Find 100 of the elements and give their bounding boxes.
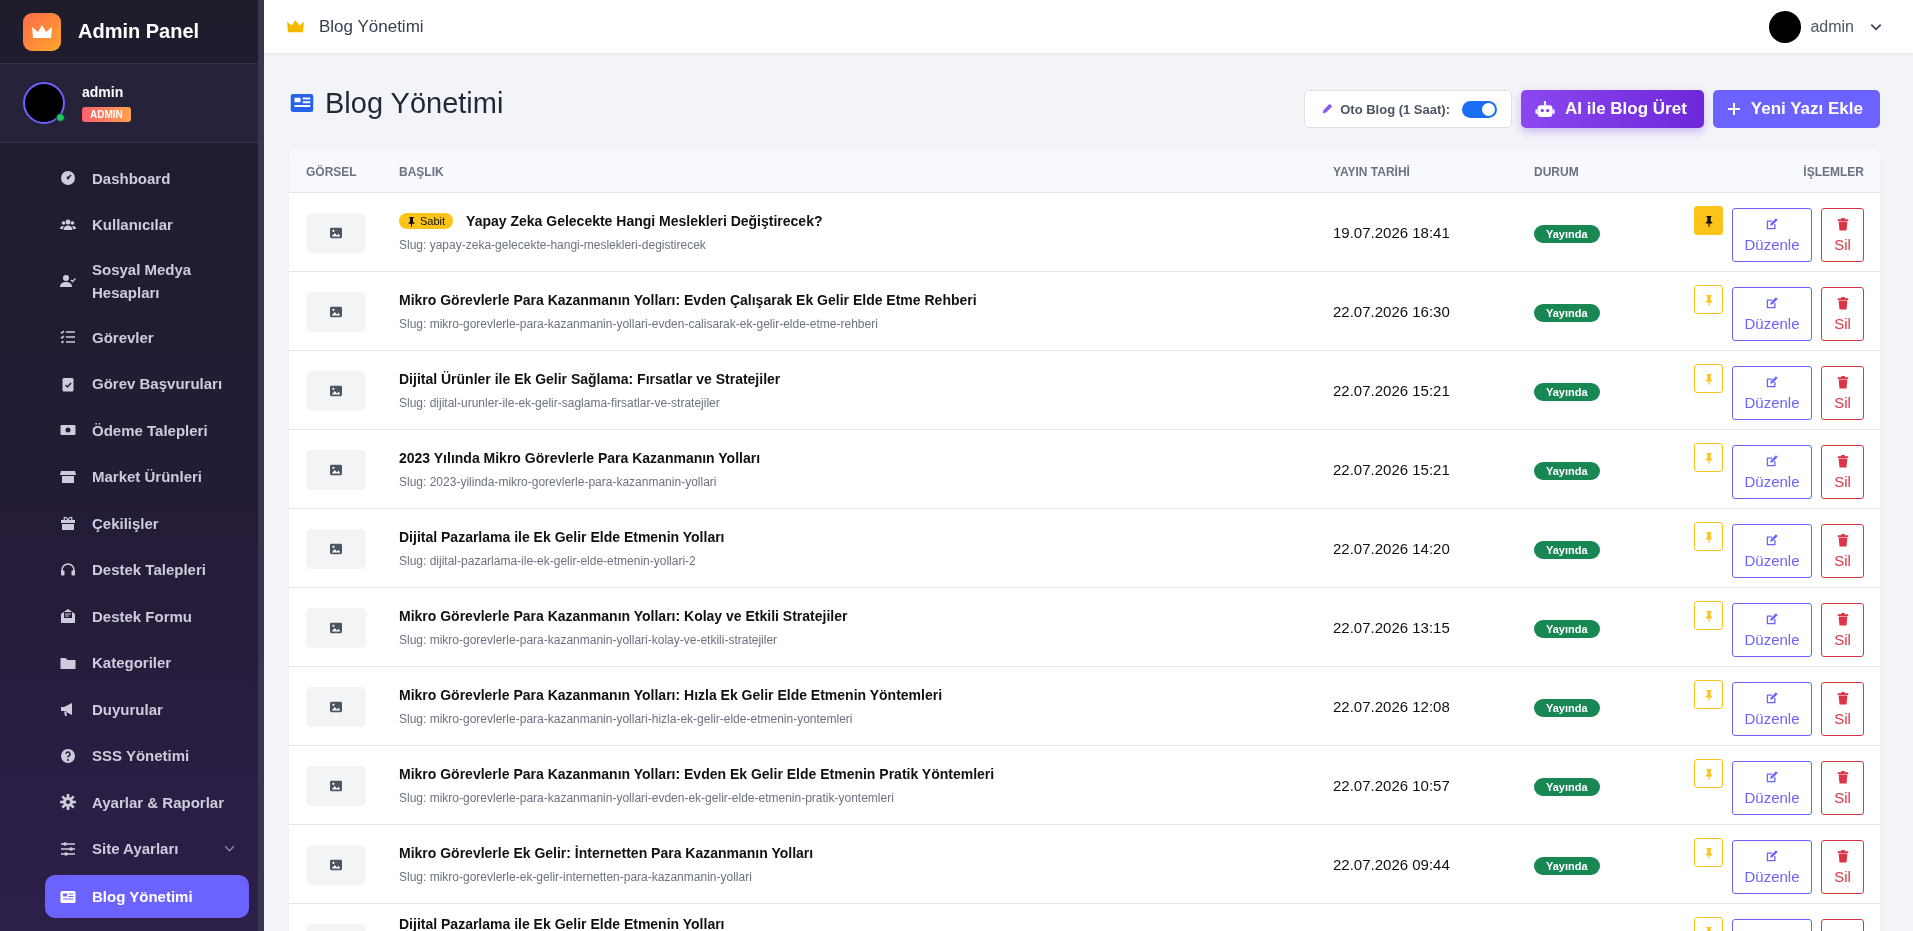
sidebar-item[interactable]: SSS Yönetimi (45, 732, 250, 779)
delete-button[interactable]: Sil (1821, 682, 1864, 736)
edit-icon (1765, 612, 1779, 626)
post-slug: Slug: mikro-gorevlerle-ek-gelir-internetten-para-kazanmanin-yollari (399, 870, 753, 884)
gift-icon (60, 515, 76, 532)
sidebar-item[interactable]: Blog Yönetimi (45, 875, 249, 918)
edit-button[interactable]: Düzenle (1732, 366, 1812, 420)
edit-icon (1765, 533, 1779, 547)
publish-date: 22.07.2026 14:20 (1333, 539, 1450, 557)
sidebar-item[interactable]: Destek Talepleri (45, 546, 250, 593)
store-icon (60, 468, 76, 485)
avatar (23, 82, 65, 124)
pinned-badge: Sabit (399, 213, 454, 229)
trash-icon (1835, 454, 1850, 468)
sidebar-item[interactable]: Market Ürünleri (45, 453, 250, 500)
sidebar-item[interactable]: Dashboard (45, 155, 250, 202)
sidebar-item[interactable]: Çekilişler (45, 500, 250, 547)
crown-logo-icon (23, 12, 61, 51)
pencil-icon (1320, 102, 1335, 116)
sidebar-item[interactable]: Site Ayarları (45, 825, 250, 872)
post-title: Mikro Görevlerle Ek Gelir: İnternetten Para Kazanmanın Yolları (399, 845, 814, 861)
pin-icon (1703, 767, 1714, 780)
post-title: Mikro Görevlerle Para Kazanmanın Yolları: Evden Çalışarak Ek Gelir Elde Etme Rehberi (399, 292, 977, 308)
user-menu[interactable]: admin (1769, 10, 1883, 43)
post-slug: Slug: mikro-gorevlerle-para-kazanmanin-yollari-evden-calisarak-ek-gelir-elde-etme-rehberi (399, 317, 879, 331)
add-post-button[interactable]: Yeni Yazı Ekle (1712, 90, 1880, 128)
publish-date: 19.07.2026 18:41 (1333, 223, 1450, 241)
trash-icon (1835, 296, 1850, 310)
sidebar-item[interactable]: Kategoriler (45, 639, 250, 686)
toggle-switch[interactable] (1462, 100, 1497, 118)
status-badge: Yayında (1534, 698, 1600, 717)
pin-button[interactable] (1694, 206, 1723, 235)
delete-button[interactable]: Sil (1821, 603, 1864, 657)
publish-date: 22.07.2026 09:44 (1333, 855, 1450, 873)
edit-icon (1765, 770, 1779, 784)
image-icon (329, 700, 343, 713)
edit-button[interactable]: Düzenle (1732, 603, 1812, 657)
publish-date: 22.07.2026 15:21 (1333, 460, 1450, 478)
image-icon (329, 858, 343, 871)
edit-button[interactable]: Düzenle (1732, 445, 1812, 499)
edit-icon (1765, 296, 1779, 310)
edit-icon (1765, 849, 1779, 863)
image-icon (329, 226, 343, 239)
plus-icon (1726, 102, 1741, 116)
user-check-icon (60, 273, 76, 289)
delete-button[interactable]: Sil (1821, 761, 1864, 815)
status-badge: Yayında (1534, 777, 1600, 796)
edit-button[interactable]: Düzenle (1732, 761, 1812, 815)
image-icon (329, 542, 343, 555)
sliders-icon (60, 840, 76, 857)
post-title: Mikro Görevlerle Para Kazanmanın Yolları: Evden Ek Gelir Elde Etmenin Pratik Yöntemleri (399, 766, 995, 782)
edit-button[interactable]: Düzenle (1732, 682, 1812, 736)
edit-icon (1765, 375, 1779, 389)
delete-button[interactable]: Sil (1821, 287, 1864, 341)
trash-icon (1835, 849, 1850, 863)
post-slug: Slug: dijital-urunler-ile-ek-gelir-saglama-firsatlar-ve-stratejiler (399, 396, 721, 410)
edit-button[interactable]: Düzenle (1732, 840, 1812, 894)
status-badge: Yayında (1534, 303, 1600, 322)
gear-icon (60, 794, 76, 811)
post-title: 2023 Yılında Mikro Görevlerle Para Kazanmanın Yolları (399, 450, 761, 466)
pin-icon (1703, 372, 1714, 385)
image-icon (329, 384, 343, 397)
delete-button[interactable]: Sil (1821, 445, 1864, 499)
edit-button[interactable]: Düzenle (1732, 208, 1812, 262)
post-slug: Slug: 2023-yilinda-mikro-gorevlerle-para-kazanmanin-yollari (399, 475, 718, 489)
delete-button[interactable]: Sil (1821, 840, 1864, 894)
trash-icon (1835, 375, 1850, 389)
sidebar-item[interactable]: Sosyal Medya Hesapları (45, 248, 250, 314)
delete-button[interactable]: Sil (1821, 366, 1864, 420)
robot-icon (1535, 100, 1555, 118)
pin-icon (1703, 846, 1714, 859)
sidebar-item[interactable]: Ödeme Talepleri (45, 407, 250, 454)
sidebar-item[interactable]: Kullanıcılar (45, 201, 250, 248)
trash-icon (1835, 612, 1850, 626)
image-icon (329, 463, 343, 476)
ai-generate-button[interactable]: AI ile Blog Üret (1521, 90, 1704, 128)
sidebar-item[interactable]: Duyurular (45, 686, 250, 733)
pin-icon (1703, 688, 1714, 701)
delete-button[interactable]: Sil (1821, 524, 1864, 578)
pin-icon (407, 215, 416, 227)
publish-date: 22.07.2026 10:57 (1333, 776, 1450, 794)
column-header: İŞLEMLER (1802, 164, 1864, 179)
post-title: Mikro Görevlerle Para Kazanmanın Yolları: Kolay ve Etkili Stratejiler (399, 608, 848, 624)
status-badge: Yayında (1534, 856, 1600, 875)
gauge-icon (60, 170, 76, 187)
status-badge: Yayında (1534, 382, 1600, 401)
column-header: YAYIN TARİHİ (1332, 164, 1411, 179)
sidebar-item[interactable]: Görev Başvuruları (45, 360, 250, 407)
post-title: Dijital Pazarlama ile Ek Gelir Elde Etmenin Yolları (399, 916, 725, 931)
sidebar-item[interactable]: Ayarlar & Raporlar (45, 779, 250, 826)
edit-button[interactable]: Düzenle (1732, 287, 1812, 341)
post-title: Dijital Pazarlama ile Ek Gelir Elde Etmenin Yolları (399, 529, 725, 545)
trash-icon (1835, 770, 1850, 784)
headset-icon (60, 561, 76, 578)
sidebar-item[interactable]: Destek Formu (45, 593, 250, 640)
publish-date: 22.07.2026 12:08 (1333, 697, 1450, 715)
edit-button[interactable]: Düzenle (1732, 524, 1812, 578)
clipboard-check-icon (60, 375, 76, 392)
delete-button[interactable]: Sil (1821, 208, 1864, 262)
sidebar-item[interactable]: Görevler (45, 314, 250, 361)
